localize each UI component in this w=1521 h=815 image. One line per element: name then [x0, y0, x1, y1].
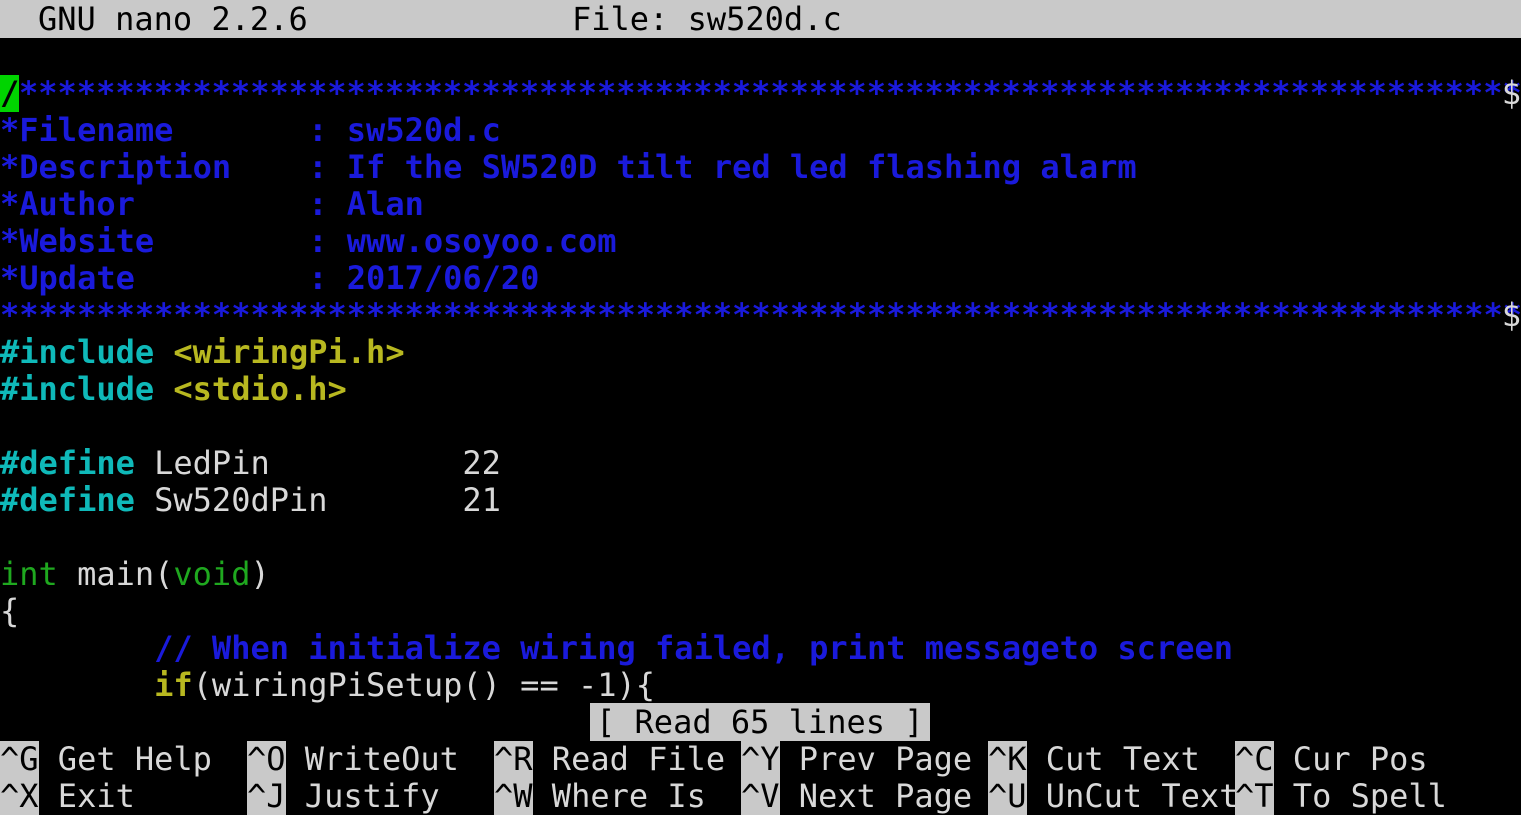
editor-line-10[interactable]	[0, 408, 1521, 445]
header-key: *Filename	[0, 112, 309, 149]
editor-line-1[interactable]: /***************************************…	[0, 75, 1521, 112]
editor-line-6[interactable]: *Update : 2017/06/20	[0, 260, 1521, 297]
header-value: : www.osoyoo.com	[308, 223, 617, 260]
shortcut-label: Justify	[285, 777, 440, 815]
shortcut-key: ^X	[0, 777, 39, 815]
shortcut-prev-page[interactable]: ^Y Prev Page	[741, 741, 972, 778]
editor-line-7[interactable]: ****************************************…	[0, 297, 1521, 334]
comment-stars: ****************************************…	[0, 297, 1521, 334]
shortcut-label: Cur Pos	[1273, 740, 1428, 778]
editor-line-3[interactable]: *Description : If the SW520D tilt red le…	[0, 149, 1521, 186]
header-key: *Author	[0, 186, 309, 223]
line-overflow-marker: $	[1501, 297, 1521, 334]
include-file: <stdio.h>	[173, 371, 347, 408]
shortcut-cur-pos[interactable]: ^C Cur Pos	[1235, 741, 1428, 778]
include-directive: #include	[0, 334, 155, 371]
include-directive: #include	[0, 371, 155, 408]
include-file: <wiringPi.h>	[173, 334, 405, 371]
shortcut-label: Where Is	[532, 777, 706, 815]
editor-line-13[interactable]	[0, 519, 1521, 556]
if-keyword: if	[154, 667, 193, 704]
header-value: : If the SW520D tilt red led flashing al…	[308, 149, 1137, 186]
editor-line-9[interactable]: #include <stdio.h>	[0, 371, 1521, 408]
editor-line-5[interactable]: *Website : www.osoyoo.com	[0, 223, 1521, 260]
define-body: Sw520dPin 21	[134, 482, 501, 519]
shortcut-label: To Spell	[1273, 777, 1447, 815]
shortcut-label: Get Help	[38, 740, 212, 778]
editor-line-15[interactable]: {	[0, 593, 1521, 630]
define-body: LedPin 22	[134, 445, 501, 482]
editor-line-2[interactable]: *Filename : sw520d.c	[0, 112, 1521, 149]
text-cursor: /	[0, 75, 20, 112]
shortcut-key: ^O	[247, 740, 286, 778]
shortcut-to-spell[interactable]: ^T To Spell	[1235, 778, 1447, 815]
shortcut-key: ^V	[741, 777, 780, 815]
editor-line-8[interactable]: #include <wiringPi.h>	[0, 334, 1521, 371]
editor-line-17[interactable]: if(wiringPiSetup() == -1){	[0, 667, 1521, 704]
editor-line-14[interactable]: int main(void)	[0, 556, 1521, 593]
shortcut-key: ^T	[1235, 777, 1274, 815]
brace-open: {	[0, 593, 20, 630]
title-bar: GNU nano 2.2.6 File: sw520d.c	[0, 0, 1521, 38]
paren-close: )	[250, 556, 270, 593]
shortcut-bar: ^G Get Help ^O WriteOut ^R Read File ^Y …	[0, 741, 1521, 815]
editor-line-16[interactable]: // When initialize wiring failed, print …	[0, 630, 1521, 667]
header-value: : sw520d.c	[308, 112, 501, 149]
line-overflow-marker: $	[1501, 75, 1521, 112]
type-keyword: void	[173, 556, 251, 593]
shortcut-cut-text[interactable]: ^K Cut Text	[988, 741, 1200, 778]
shortcut-writeout[interactable]: ^O WriteOut	[247, 741, 459, 778]
app-version: GNU nano 2.2.6	[38, 0, 308, 38]
editor-line-12[interactable]: #define Sw520dPin 21	[0, 482, 1521, 519]
shortcut-where-is[interactable]: ^W Where Is	[494, 778, 706, 815]
editor-line-11[interactable]: #define LedPin 22	[0, 445, 1521, 482]
header-key: *Website	[0, 223, 309, 260]
shortcut-key: ^W	[494, 777, 533, 815]
header-value: : Alan	[308, 186, 424, 223]
comment-stars: ****************************************…	[19, 75, 1521, 112]
editor-line-4[interactable]: *Author : Alan	[0, 186, 1521, 223]
shortcut-key: ^C	[1235, 740, 1274, 778]
shortcut-key: ^U	[988, 777, 1027, 815]
define-directive: #define	[0, 482, 135, 519]
header-key: *Update	[0, 260, 309, 297]
shortcut-key: ^K	[988, 740, 1027, 778]
shortcut-get-help[interactable]: ^G Get Help	[0, 741, 212, 778]
file-name: File: sw520d.c	[572, 0, 842, 38]
shortcut-uncut-text[interactable]: ^U UnCut Text	[988, 778, 1238, 815]
shortcut-key: ^J	[247, 777, 286, 815]
shortcut-key: ^G	[0, 740, 39, 778]
shortcut-read-file[interactable]: ^R Read File	[494, 741, 725, 778]
shortcut-label: Exit	[38, 777, 135, 815]
shortcut-next-page[interactable]: ^V Next Page	[741, 778, 972, 815]
header-key: *Description	[0, 149, 309, 186]
shortcut-exit[interactable]: ^X Exit	[0, 778, 135, 815]
shortcut-label: WriteOut	[285, 740, 459, 778]
define-directive: #define	[0, 445, 135, 482]
type-keyword: int	[0, 556, 58, 593]
shortcut-label: Next Page	[779, 777, 973, 815]
shortcut-label: Read File	[532, 740, 726, 778]
code-comment: // When initialize wiring failed, print …	[154, 630, 1233, 667]
shortcut-key: ^Y	[741, 740, 780, 778]
shortcut-key: ^R	[494, 740, 533, 778]
shortcut-label: Cut Text	[1026, 740, 1200, 778]
function-name: main(	[57, 556, 174, 593]
header-value: : 2017/06/20	[308, 260, 540, 297]
shortcut-label: Prev Page	[779, 740, 973, 778]
shortcut-label: UnCut Text	[1026, 777, 1239, 815]
status-message: [ Read 65 lines ]	[590, 703, 930, 741]
shortcut-justify[interactable]: ^J Justify	[247, 778, 440, 815]
if-condition: (wiringPiSetup() == -1){	[192, 667, 656, 704]
